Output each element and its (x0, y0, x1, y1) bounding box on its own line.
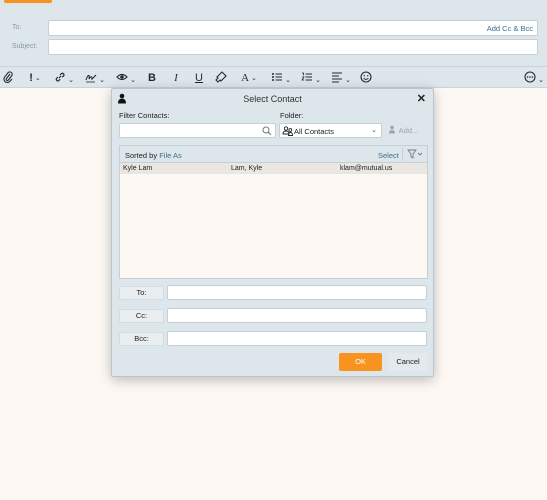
bullets-icon (272, 73, 283, 81)
to-recipients-input[interactable] (167, 285, 427, 300)
more-icon (524, 71, 536, 83)
chevron-down-icon: ⌄ (130, 77, 136, 84)
to-button[interactable]: To: (119, 286, 164, 300)
sorted-by-field[interactable]: File As (159, 151, 182, 160)
numbering-button[interactable]: ⌄ (299, 71, 323, 85)
contact-row[interactable]: Kyle Lam Lam, Kyle klam@mutual.us (120, 163, 427, 174)
folder-select-value: All Contacts (294, 127, 335, 136)
importance-icon: ! (29, 72, 33, 84)
link-icon (55, 72, 65, 82)
filter-icon (407, 149, 423, 159)
add-contact-label: Add... (398, 126, 419, 135)
align-button[interactable]: ⌄ (329, 71, 353, 85)
to-label: To: (12, 24, 22, 31)
contact-name: Kyle Lam (123, 165, 153, 172)
to-input[interactable]: Add Cc & Bcc (48, 20, 538, 36)
italic-icon[interactable]: I (170, 71, 182, 85)
filter-contacts-label: Filter Contacts: (119, 111, 170, 120)
contact-email: klam@mutual.us (340, 165, 393, 172)
search-icon[interactable] (262, 126, 272, 136)
chevron-down-icon: ⌄ (538, 77, 544, 84)
bold-icon[interactable]: B (146, 71, 158, 85)
cc-button[interactable]: Cc: (119, 309, 164, 323)
contacts-list: Sorted by File As Select Kyle Lam Lam, K… (119, 145, 428, 279)
cc-recipients-input[interactable] (167, 308, 427, 323)
contacts-list-header: Sorted by File As Select (120, 146, 427, 163)
font-icon: A (241, 72, 250, 84)
chevron-down-icon: ⌄ (345, 77, 351, 84)
formatting-toolbar: ! ⌄ ⌄ ⌄ ⌄ B I U A ⌄ ⌄ ⌄ ⌄ ⌄ (0, 66, 547, 88)
bcc-button[interactable]: Bcc: (119, 332, 164, 346)
sort-by-control[interactable]: Sorted by File As (125, 151, 182, 160)
numbering-icon (301, 72, 313, 81)
importance-button[interactable]: ! ⌄ (24, 71, 46, 85)
add-contact-button[interactable]: Add... (388, 125, 418, 135)
contact-file-as: Lam, Kyle (231, 165, 263, 172)
font-button[interactable]: A ⌄ (237, 71, 261, 85)
signature-button[interactable]: ⌄ (83, 71, 107, 85)
subject-row: Subject: (0, 39, 547, 55)
to-row: To: Add Cc & Bcc (0, 20, 547, 36)
chevron-down-icon: ⌄ (315, 77, 321, 84)
chevron-down-icon: ⌄ (34, 75, 41, 82)
contacts-folder-icon (282, 125, 294, 137)
dialog-title: Select Contact (243, 94, 302, 104)
select-link[interactable]: Select (378, 151, 399, 160)
ok-button[interactable]: OK (339, 353, 382, 371)
bullets-button[interactable]: ⌄ (269, 71, 293, 85)
signature-icon (85, 74, 97, 83)
align-icon (332, 72, 343, 83)
cancel-button[interactable]: Cancel (388, 353, 428, 371)
subject-label: Subject: (12, 43, 38, 50)
paperclip-icon[interactable] (2, 71, 14, 85)
close-icon[interactable]: ✕ (417, 92, 426, 105)
more-button[interactable]: ⌄ (522, 71, 546, 85)
chevron-down-icon: ⌄ (99, 77, 105, 84)
format-painter-icon[interactable] (214, 71, 228, 85)
subject-input[interactable] (48, 39, 538, 55)
divider (402, 148, 403, 161)
select-contact-dialog: Select Contact ✕ Filter Contacts: Folder… (111, 88, 434, 377)
add-person-icon (389, 125, 395, 134)
filter-button[interactable] (407, 149, 423, 159)
sorted-by-label: Sorted by (125, 151, 158, 160)
view-button[interactable]: ⌄ (114, 71, 138, 85)
folder-label: Folder: (280, 111, 304, 120)
filter-contacts-input[interactable] (119, 123, 276, 138)
chevron-down-icon: ⌄ (371, 127, 377, 134)
underline-icon[interactable]: U (193, 71, 205, 85)
bcc-recipients-input[interactable] (167, 331, 427, 346)
chevron-down-icon: ⌄ (251, 74, 257, 82)
emoji-icon[interactable] (359, 71, 373, 85)
send-button-edge[interactable] (4, 0, 52, 3)
compose-header: To: Add Cc & Bcc Subject: (0, 0, 547, 66)
link-button[interactable]: ⌄ (52, 71, 76, 85)
chevron-down-icon: ⌄ (68, 77, 74, 84)
chevron-down-icon: ⌄ (285, 77, 291, 84)
folder-select[interactable]: All Contacts ⌄ (279, 123, 382, 138)
view-icon (116, 73, 128, 81)
add-cc-bcc-link[interactable]: Add Cc & Bcc (487, 24, 533, 33)
